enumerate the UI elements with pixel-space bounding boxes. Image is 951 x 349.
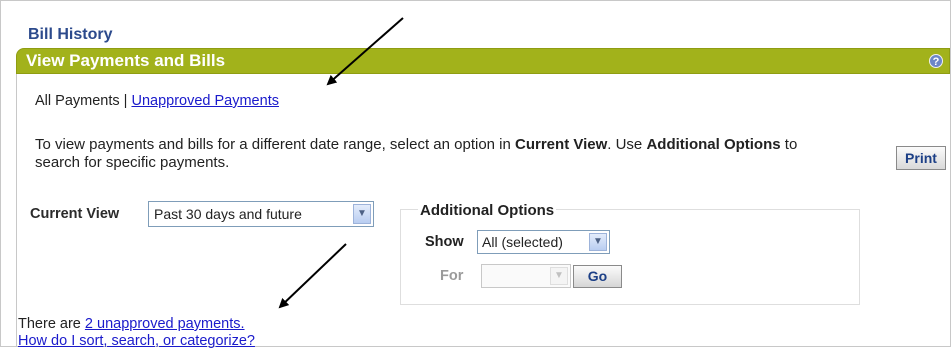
arrow-icon <box>278 243 347 309</box>
annotation-arrows <box>278 17 404 309</box>
arrow-icon <box>326 17 404 86</box>
